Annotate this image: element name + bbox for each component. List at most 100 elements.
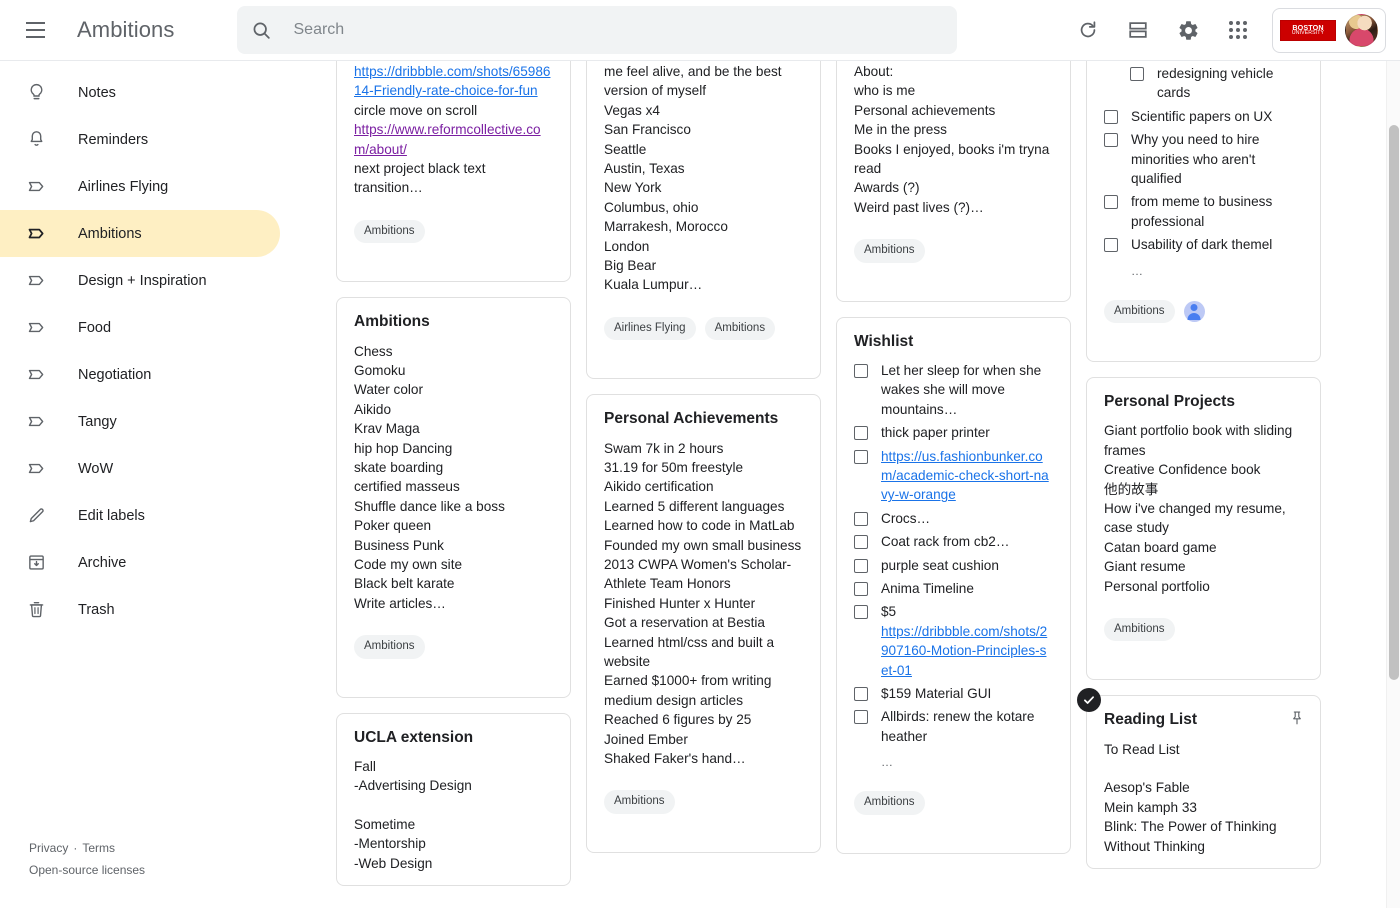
checkbox-icon[interactable] xyxy=(854,605,868,619)
checklist-item-label: $5https://dribbble.com/shots/2907160-Mot… xyxy=(881,602,1053,680)
label-chip[interactable]: Ambitions xyxy=(705,317,776,341)
checkbox-icon[interactable] xyxy=(1104,238,1118,252)
note-links[interactable]: https://dribbble.com/shots/6598614-Frien… xyxy=(336,61,571,282)
sidebar-item-label: Notes xyxy=(78,85,116,101)
checklist-item[interactable]: purple seat cushion xyxy=(854,556,1053,575)
sidebar-item-design-inspiration[interactable]: Design + Inspiration xyxy=(0,257,280,304)
checklist-item-label: https://us.fashionbunker.com/academic-ch… xyxy=(881,447,1053,505)
checkbox-icon[interactable] xyxy=(1104,195,1118,209)
note-personal-projects[interactable]: Personal Projects Giant portfolio book w… xyxy=(1086,377,1321,680)
checklist-item-label: Let her sleep for when she wakes she wil… xyxy=(881,361,1053,419)
checklist-item[interactable]: from meme to business professional xyxy=(1104,192,1303,231)
label-chip[interactable]: Ambitions xyxy=(854,239,925,263)
note-line: Creative Confidence book xyxy=(1104,460,1303,479)
sidebar-item-ambitions[interactable]: Ambitions xyxy=(0,210,280,257)
checkbox-icon[interactable] xyxy=(854,582,868,596)
note-personal-achievements[interactable]: Personal Achievements Swam 7k in 2 hours… xyxy=(586,394,821,853)
checkbox-icon[interactable] xyxy=(854,512,868,526)
label-chip[interactable]: Ambitions xyxy=(354,220,425,244)
sidebar-item-negotiation[interactable]: Negotiation xyxy=(0,351,280,398)
checklist-item[interactable]: Anima Timeline xyxy=(854,579,1053,598)
sidebar-item-notes[interactable]: Notes xyxy=(0,69,280,116)
checklist-item[interactable]: thick paper printer xyxy=(854,423,1053,442)
checklist-item[interactable]: Crocs… xyxy=(854,509,1053,528)
checkbox-icon[interactable] xyxy=(854,559,868,573)
label-chip[interactable]: Ambitions xyxy=(354,635,425,659)
hamburger-menu-icon[interactable] xyxy=(11,6,59,54)
checkbox-icon[interactable] xyxy=(854,535,868,549)
note-line: hip hop Dancing xyxy=(354,439,553,458)
terms-link[interactable]: Terms xyxy=(82,841,115,855)
page-scrollbar[interactable] xyxy=(1386,61,1400,908)
sidebar-item-food[interactable]: Food xyxy=(0,304,280,351)
sidebar-item-wow[interactable]: WoW xyxy=(0,445,280,492)
note-about[interactable]: About: who is me Personal achievements M… xyxy=(836,61,1071,302)
checklist-item[interactable]: Allbirds: renew the kotare heather xyxy=(854,707,1053,746)
scrollbar-thumb[interactable] xyxy=(1389,125,1399,680)
pin-icon[interactable] xyxy=(1286,707,1308,729)
open-source-licenses-link[interactable]: Open-source licenses xyxy=(29,863,145,877)
note-ambitions[interactable]: Ambitions Chess Gomoku Water color Aikid… xyxy=(336,297,571,697)
account-switcher[interactable]: BOSTON UNIVERSITY xyxy=(1272,8,1386,53)
note-line: Code my own site xyxy=(354,555,553,574)
note-body: Giant portfolio book with sliding frames… xyxy=(1104,421,1303,596)
checklist-item[interactable]: Why you need to hire minorities who aren… xyxy=(1104,130,1303,188)
checklist-item[interactable]: Let her sleep for when she wakes she wil… xyxy=(854,361,1053,419)
settings-gear-icon[interactable] xyxy=(1164,6,1212,54)
checkbox-icon[interactable] xyxy=(854,426,868,440)
checkbox-icon[interactable] xyxy=(854,710,868,724)
checkbox-icon[interactable] xyxy=(854,364,868,378)
label-chip[interactable]: Ambitions xyxy=(604,790,675,814)
user-avatar[interactable] xyxy=(1345,14,1378,47)
checkbox-icon[interactable] xyxy=(1104,110,1118,124)
checkbox-icon[interactable] xyxy=(1130,67,1144,81)
note-line: Personal portfolio xyxy=(1104,577,1303,596)
note-article-ideas[interactable]: redesigning vehicle cards Scientific pap… xyxy=(1086,61,1321,362)
note-places[interactable]: me feel alive, and be the best version o… xyxy=(586,61,821,379)
label-tag-icon xyxy=(12,458,60,479)
checklist-item-label: Crocs… xyxy=(881,509,930,528)
label-chip[interactable]: Ambitions xyxy=(854,791,925,815)
sidebar-item-reminders[interactable]: Reminders xyxy=(0,116,280,163)
search-bar[interactable] xyxy=(237,6,957,54)
checklist-item[interactable]: Coat rack from cb2… xyxy=(854,532,1053,551)
checkbox-icon[interactable] xyxy=(854,687,868,701)
checklist-item[interactable]: Scientific papers on UX xyxy=(1104,107,1303,126)
dribbble-motion-link[interactable]: https://dribbble.com/shots/2907160-Motio… xyxy=(881,624,1047,678)
checklist-item[interactable]: redesigning vehicle cards xyxy=(1104,64,1303,103)
checkbox-icon[interactable] xyxy=(1104,133,1118,147)
checklist-item[interactable]: Usability of dark themel xyxy=(1104,235,1303,254)
label-chip[interactable]: Ambitions xyxy=(1104,300,1175,324)
sidebar-item-tangy[interactable]: Tangy xyxy=(0,398,280,445)
sidebar-item-edit-labels[interactable]: Edit labels xyxy=(0,492,280,539)
dribbble-link[interactable]: https://dribbble.com/shots/6598614-Frien… xyxy=(354,62,553,101)
more-items-indicator: … xyxy=(1131,264,1303,278)
refresh-icon[interactable] xyxy=(1064,6,1112,54)
checklist-item[interactable]: $5https://dribbble.com/shots/2907160-Mot… xyxy=(854,602,1053,680)
fashionbunker-link[interactable]: https://us.fashionbunker.com/academic-ch… xyxy=(881,449,1049,503)
note-selected-checkmark-icon[interactable] xyxy=(1077,688,1101,712)
list-view-icon[interactable] xyxy=(1114,6,1162,54)
checklist-item[interactable]: $159 Material GUI xyxy=(854,684,1053,703)
label-chip[interactable]: Airlines Flying xyxy=(604,317,696,341)
note-body: Chess Gomoku Water color Aikido Krav Mag… xyxy=(354,342,553,614)
label-chip[interactable]: Ambitions xyxy=(1104,618,1175,642)
privacy-link[interactable]: Privacy xyxy=(29,841,68,855)
checklist-item[interactable]: https://us.fashionbunker.com/academic-ch… xyxy=(854,447,1053,505)
sidebar-item-trash[interactable]: Trash xyxy=(0,586,280,633)
note-line: Founded my own small business xyxy=(604,536,803,555)
collaborator-avatar-icon[interactable] xyxy=(1184,301,1205,322)
sidebar-item-archive[interactable]: Archive xyxy=(0,539,280,586)
reformcollective-link[interactable]: https://www.reformcollective.com/about/ xyxy=(354,120,553,159)
note-line: Me in the press xyxy=(854,120,1053,139)
label-tag-icon xyxy=(12,364,60,385)
note-wishlist[interactable]: Wishlist Let her sleep for when she wake… xyxy=(836,317,1071,854)
sidebar-item-label: Trash xyxy=(78,602,115,618)
sidebar-item-airlines-flying[interactable]: Airlines Flying xyxy=(0,163,280,210)
note-ucla-extension[interactable]: UCLA extension Fall -Advertising Design … xyxy=(336,713,571,887)
note-line: 他的故事 xyxy=(1104,480,1303,499)
search-input[interactable] xyxy=(294,21,943,39)
note-reading-list[interactable]: Reading List To Read List Aesop's Fable … xyxy=(1086,695,1321,869)
apps-grid-icon[interactable] xyxy=(1214,6,1262,54)
checkbox-icon[interactable] xyxy=(854,450,868,464)
